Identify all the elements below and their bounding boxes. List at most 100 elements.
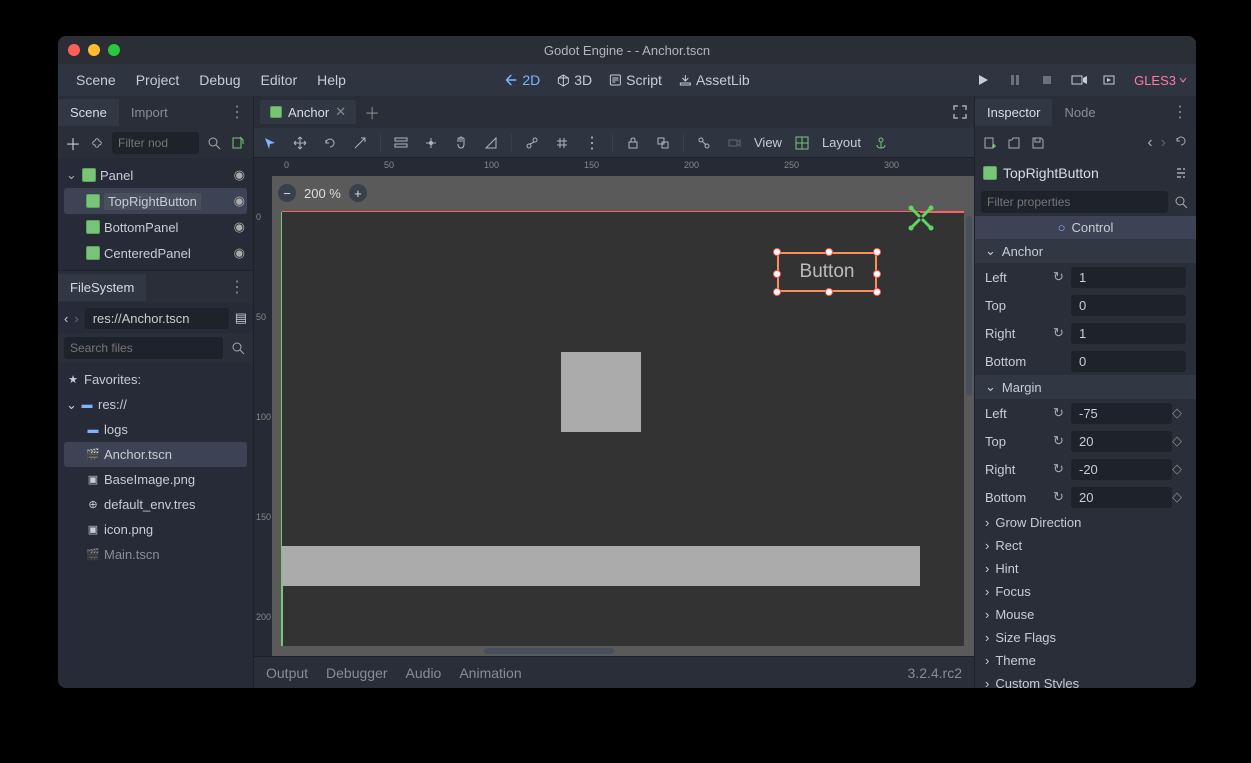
property-value-input[interactable]: -20 — [1071, 459, 1172, 480]
property-value-input[interactable]: 20 — [1071, 487, 1172, 508]
reset-icon[interactable]: ↻ — [1053, 269, 1071, 285]
section-margin[interactable]: ⌄Margin — [975, 375, 1196, 399]
fs-favorites[interactable]: ★Favorites: — [64, 367, 247, 392]
close-tab-icon[interactable]: ✕ — [335, 104, 346, 120]
snap-toggle-icon[interactable] — [522, 133, 542, 153]
search-files-input[interactable] — [64, 337, 223, 359]
section-collapsed[interactable]: ›Hint — [975, 557, 1196, 580]
tab-animation[interactable]: Animation — [459, 665, 521, 681]
scale-tool-icon[interactable] — [350, 133, 370, 153]
tree-node-bottompanel[interactable]: BottomPanel ◉ — [64, 214, 247, 240]
tree-node-toprightbutton[interactable]: TopRightButton ◉ — [64, 188, 247, 214]
section-collapsed[interactable]: ›Size Flags — [975, 626, 1196, 649]
move-tool-icon[interactable] — [290, 133, 310, 153]
fs-file-main[interactable]: 🎬Main.tscn — [64, 542, 247, 567]
tab-inspector[interactable]: Inspector — [975, 99, 1052, 126]
override-camera-icon[interactable] — [724, 133, 744, 153]
property-value-input[interactable]: -75 — [1071, 403, 1172, 424]
reset-icon[interactable]: ↻ — [1053, 405, 1071, 421]
load-resource-icon[interactable] — [1007, 136, 1021, 150]
stop-button[interactable] — [1038, 71, 1056, 89]
scene-tab-anchor[interactable]: Anchor ✕ — [260, 100, 356, 124]
tab-output[interactable]: Output — [266, 665, 308, 681]
history-icon[interactable] — [1174, 134, 1188, 152]
path-back-icon[interactable]: ‹ — [64, 311, 68, 326]
path-view-mode-icon[interactable]: ▤ — [235, 310, 247, 326]
chevron-down-icon[interactable]: ⌄ — [66, 167, 78, 183]
workspace-2d[interactable]: 2D — [504, 72, 540, 88]
filter-nodes-input[interactable] — [112, 132, 199, 154]
property-value-input[interactable]: 20 — [1071, 431, 1172, 452]
reset-icon[interactable]: ↻ — [1053, 461, 1071, 477]
reset-icon[interactable]: ↻ — [1053, 433, 1071, 449]
workspace-3d[interactable]: 3D — [556, 72, 592, 88]
fs-root[interactable]: ⌄▬res:// — [64, 392, 247, 417]
section-collapsed[interactable]: ›Rect — [975, 534, 1196, 557]
bottompanel-preview[interactable] — [282, 546, 920, 586]
button-preview[interactable]: Button — [777, 252, 877, 292]
spinner-icon[interactable]: ◇ — [1172, 489, 1186, 505]
workspace-script[interactable]: Script — [608, 72, 662, 88]
zoom-level[interactable]: 200 % — [304, 186, 341, 201]
add-scene-tab-icon[interactable]: ＋ — [364, 100, 380, 124]
renderer-selector[interactable]: GLES3 — [1134, 73, 1188, 88]
ruler-tool-icon[interactable] — [481, 133, 501, 153]
section-anchor[interactable]: ⌄Anchor — [975, 239, 1196, 263]
menu-scene[interactable]: Scene — [66, 68, 126, 92]
new-resource-icon[interactable] — [983, 136, 997, 150]
path-forward-icon[interactable]: › — [74, 311, 78, 326]
viewport-2d[interactable]: 0 50 100 150 200 − 200 % + — [254, 176, 974, 656]
tab-debugger[interactable]: Debugger — [326, 665, 388, 681]
property-value-input[interactable]: 0 — [1071, 295, 1186, 316]
lock-icon[interactable] — [623, 133, 643, 153]
fs-file-icon[interactable]: ▣icon.png — [64, 517, 247, 542]
spinner-icon[interactable]: ◇ — [1172, 433, 1186, 449]
section-collapsed[interactable]: ›Custom Styles — [975, 672, 1196, 688]
history-forward-icon[interactable]: › — [1161, 134, 1166, 152]
list-select-icon[interactable] — [391, 133, 411, 153]
pause-button[interactable] — [1006, 71, 1024, 89]
fs-file-baseimage[interactable]: ▣BaseImage.png — [64, 467, 247, 492]
section-collapsed[interactable]: ›Focus — [975, 580, 1196, 603]
search-icon[interactable] — [1172, 193, 1190, 211]
history-back-icon[interactable]: ‹ — [1147, 134, 1152, 152]
inspector-node-name[interactable]: TopRightButton — [1003, 165, 1099, 181]
zoom-out-button[interactable]: − — [278, 184, 296, 202]
property-value-input[interactable]: 1 — [1071, 267, 1186, 288]
menu-help[interactable]: Help — [307, 68, 356, 92]
menu-editor[interactable]: Editor — [251, 68, 308, 92]
tree-node-panel[interactable]: ⌄ Panel ◉ — [64, 162, 247, 188]
play-custom-scene-button[interactable] — [1102, 71, 1120, 89]
dock-options-icon[interactable]: ⋮ — [1164, 102, 1196, 122]
tab-scene[interactable]: Scene — [58, 99, 119, 126]
workspace-assetlib[interactable]: AssetLib — [678, 72, 750, 88]
play-button[interactable] — [974, 71, 992, 89]
object-properties-icon[interactable] — [1174, 166, 1188, 180]
chevron-down-icon[interactable]: ⌄ — [66, 397, 76, 413]
class-header-control[interactable]: Control — [975, 216, 1196, 239]
canvas[interactable]: Button — [282, 212, 964, 646]
section-collapsed[interactable]: ›Grow Direction — [975, 511, 1196, 534]
grid-snap-icon[interactable] — [552, 133, 572, 153]
snap-options-icon[interactable]: ⋮ — [582, 133, 602, 153]
fs-folder-logs[interactable]: ▬logs — [64, 417, 247, 442]
rotate-tool-icon[interactable] — [320, 133, 340, 153]
property-value-input[interactable]: 1 — [1071, 323, 1186, 344]
spinner-icon[interactable]: ◇ — [1172, 461, 1186, 477]
select-tool-icon[interactable] — [260, 133, 280, 153]
bone-icon[interactable] — [694, 133, 714, 153]
instance-scene-icon[interactable] — [88, 134, 106, 152]
viewport-scrollbar-v[interactable] — [966, 216, 972, 396]
anchor-preset-icon[interactable] — [871, 133, 891, 153]
centeredpanel-preview[interactable] — [561, 352, 641, 432]
search-icon[interactable] — [205, 134, 223, 152]
property-value-input[interactable]: 0 — [1071, 351, 1186, 372]
spinner-icon[interactable]: ◇ — [1172, 405, 1186, 421]
play-scene-button[interactable] — [1070, 71, 1088, 89]
tab-import[interactable]: Import — [119, 99, 180, 126]
group-icon[interactable] — [653, 133, 673, 153]
tree-node-centeredpanel[interactable]: CenteredPanel ◉ — [64, 240, 247, 266]
visibility-icon[interactable]: ◉ — [234, 245, 245, 261]
pivot-tool-icon[interactable] — [421, 133, 441, 153]
view-menu[interactable]: View — [754, 135, 782, 150]
